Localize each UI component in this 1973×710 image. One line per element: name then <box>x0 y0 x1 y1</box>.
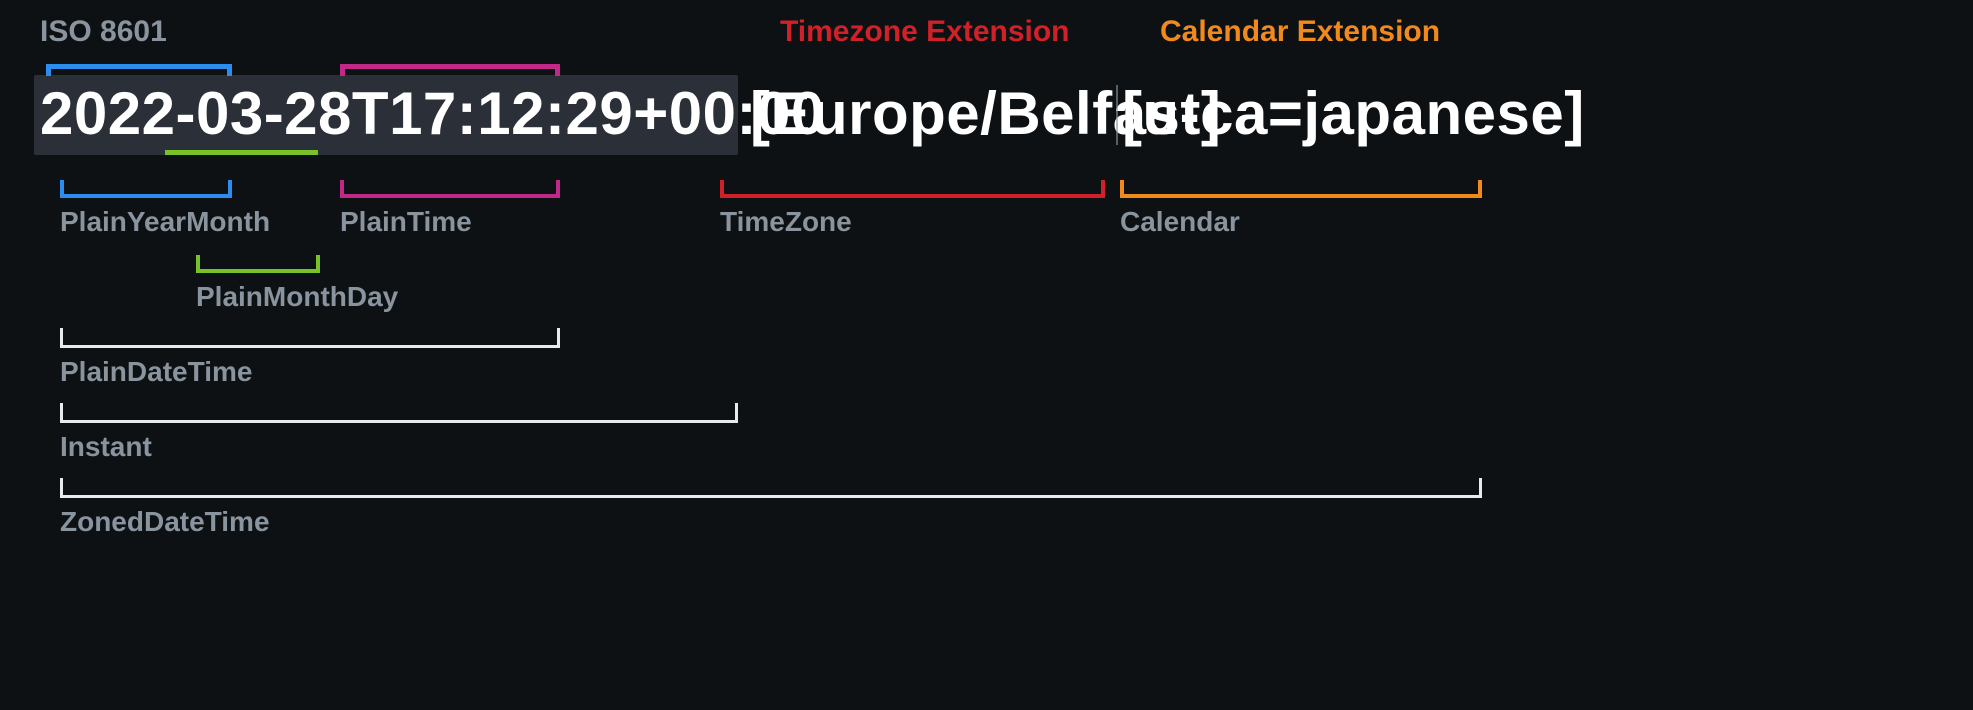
label-timezone-extension: Timezone Extension <box>780 15 1070 49</box>
bracket-calendar <box>1120 180 1482 198</box>
label-plain-month-day: PlainMonthDay <box>196 281 398 313</box>
bracket-top-year-month <box>46 64 232 76</box>
label-calendar-extension: Calendar Extension <box>1160 15 1440 49</box>
bracket-time-zone <box>720 180 1105 198</box>
divider-line <box>1116 85 1118 145</box>
main-iso-part: 2022-03-28T17:12:29+00:00 <box>40 79 825 148</box>
label-time-zone: TimeZone <box>720 206 852 238</box>
bracket-instant <box>60 403 738 423</box>
underline-month-day <box>165 150 318 155</box>
label-plain-time: PlainTime <box>340 206 472 238</box>
bracket-zoned-date-time <box>60 478 1482 498</box>
label-plain-year-month: PlainYearMonth <box>60 206 270 238</box>
bracket-plain-year-month <box>60 180 232 198</box>
label-plain-date-time: PlainDateTime <box>60 356 252 388</box>
bracket-top-time <box>340 64 560 76</box>
bracket-plain-time <box>340 180 560 198</box>
main-cal-part: [u-ca=japanese] <box>1122 79 1585 148</box>
label-calendar: Calendar <box>1120 206 1240 238</box>
label-zoned-date-time: ZonedDateTime <box>60 506 270 538</box>
label-instant: Instant <box>60 431 152 463</box>
bracket-plain-date-time <box>60 328 560 348</box>
label-iso-8601: ISO 8601 <box>40 15 167 49</box>
bracket-plain-month-day <box>196 255 320 273</box>
